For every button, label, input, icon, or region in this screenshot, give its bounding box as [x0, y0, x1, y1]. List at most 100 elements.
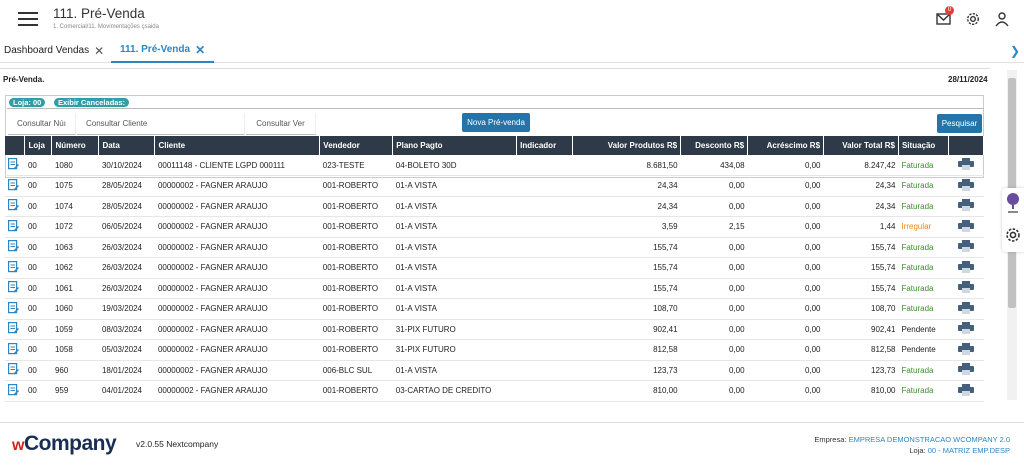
- col-acrescimo[interactable]: Acréscimo R$: [747, 136, 825, 155]
- tree-icon[interactable]: [1005, 192, 1021, 219]
- cell-indicador: [516, 319, 573, 340]
- menu-icon[interactable]: [18, 12, 38, 26]
- print-icon[interactable]: [948, 216, 984, 238]
- cell-cliente: 00000002 - FAGNER ARAUJO: [154, 257, 320, 279]
- cell-valor-produtos: 24,34: [572, 175, 681, 197]
- print-icon[interactable]: [948, 155, 984, 176]
- print-icon[interactable]: [948, 298, 984, 320]
- gear-icon[interactable]: [1004, 226, 1022, 249]
- col-valor-produtos[interactable]: Valor Produtos R$: [572, 136, 682, 155]
- notifications-icon[interactable]: 0: [936, 6, 954, 27]
- pesquisar-button[interactable]: Pesquisar: [937, 114, 982, 133]
- edit-icon[interactable]: [5, 237, 25, 258]
- tab-dashboard-vendas[interactable]: Dashboard Vendas ✕: [4, 38, 104, 63]
- print-icon[interactable]: [948, 339, 984, 361]
- print-icon[interactable]: [948, 237, 984, 258]
- consultar-numero-field[interactable]: Consultar Núı: [8, 113, 76, 135]
- table-row[interactable]: 00 960 18/01/2024 00000002 - FAGNER ARAUJO 0…: [5, 360, 984, 381]
- chevron-right-icon[interactable]: ❯: [1010, 44, 1020, 58]
- table-row[interactable]: 00 1080 30/10/2024 00011148 - CLIENTE LGPD …: [5, 155, 984, 176]
- table-row[interactable]: 00 1058 05/03/2024 00000002 - FAGNER ARAUJO…: [5, 339, 984, 361]
- edit-icon[interactable]: [5, 360, 25, 381]
- edit-icon[interactable]: [5, 339, 25, 361]
- cell-indicador: [516, 360, 573, 381]
- cell-acrescimo: 0,00: [747, 380, 824, 402]
- cell-desconto: 0,00: [680, 196, 748, 217]
- cell-vendedor: 001-ROBERTO: [319, 237, 393, 258]
- cell-acrescimo: 0,00: [747, 237, 824, 258]
- notification-badge: 0: [945, 6, 954, 15]
- col-numero[interactable]: Número: [51, 136, 100, 155]
- col-data[interactable]: Data: [98, 136, 156, 155]
- cell-numero: 1063: [51, 237, 99, 258]
- canceladas-chip[interactable]: Exibir Canceladas:: [54, 98, 130, 107]
- cell-valor-produtos: 123,73: [572, 360, 681, 381]
- print-icon[interactable]: [948, 257, 984, 279]
- tab-pre-venda[interactable]: 111. Pré-Venda ✕: [111, 38, 215, 63]
- loja-chip[interactable]: Loja: 00: [9, 98, 46, 107]
- edit-icon[interactable]: [5, 257, 25, 279]
- table-row[interactable]: 00 1074 28/05/2024 00000002 - FAGNER ARAUJO…: [5, 196, 984, 217]
- table-row[interactable]: 00 1072 06/05/2024 00000002 - FAGNER ARAUJO…: [5, 216, 984, 238]
- cell-indicador: [516, 175, 573, 197]
- col-vendedor[interactable]: Vendedor: [319, 136, 394, 155]
- cell-vendedor: 001-ROBERTO: [319, 175, 393, 197]
- table-row[interactable]: 00 959 04/01/2024 00000002 - FAGNER ARAUJO 0…: [5, 380, 984, 402]
- cell-cliente: 00000002 - FAGNER ARAUJO: [154, 196, 320, 217]
- col-situacao[interactable]: Situação: [898, 136, 949, 155]
- print-icon[interactable]: [948, 360, 984, 381]
- version-text: v2.0.55 Nextcompany: [136, 439, 219, 449]
- user-icon[interactable]: [994, 11, 1010, 27]
- cell-cliente: 00000002 - FAGNER ARAUJO: [154, 278, 320, 299]
- table-row[interactable]: 00 1075 28/05/2024 00000002 - FAGNER ARAUJO…: [5, 175, 984, 197]
- gear-icon[interactable]: [965, 11, 981, 27]
- close-icon[interactable]: ✕: [94, 44, 104, 58]
- cell-cliente: 00011148 - CLIENTE LGPD 000111: [154, 155, 320, 176]
- company-info: Empresa: EMPRESA DEMONSTRACAO WCOMPANY 2…: [814, 435, 1010, 455]
- print-icon[interactable]: [948, 319, 984, 340]
- brand-logo: wCompany: [12, 432, 117, 455]
- edit-icon[interactable]: [5, 216, 25, 238]
- status-badge: Faturada: [898, 278, 949, 299]
- edit-icon[interactable]: [5, 175, 25, 197]
- col-loja[interactable]: Loja: [24, 136, 53, 155]
- cell-numero: 1059: [51, 319, 99, 340]
- cell-numero: 960: [51, 360, 99, 381]
- cell-numero: 1061: [51, 278, 99, 299]
- cell-acrescimo: 0,00: [747, 360, 824, 381]
- edit-icon[interactable]: [5, 298, 25, 320]
- print-icon[interactable]: [948, 278, 984, 299]
- print-icon[interactable]: [948, 380, 984, 402]
- edit-icon[interactable]: [5, 380, 25, 402]
- cell-valor-produtos: 24,34: [572, 196, 681, 217]
- table-row[interactable]: 00 1060 19/03/2024 00000002 - FAGNER ARAUJO…: [5, 298, 984, 320]
- table-row[interactable]: 00 1062 26/03/2024 00000002 - FAGNER ARAUJO…: [5, 257, 984, 279]
- col-cliente[interactable]: Cliente: [154, 136, 321, 155]
- cell-valor-total: 155,74: [823, 257, 899, 279]
- col-indicador[interactable]: Indicador: [516, 136, 574, 155]
- edit-icon[interactable]: [5, 319, 25, 340]
- edit-icon[interactable]: [5, 196, 25, 217]
- loja-value: 00 - MATRIZ EMP.DESP: [927, 446, 1010, 455]
- consultar-cliente-field[interactable]: Consultar Cliente: [77, 113, 245, 135]
- table-row[interactable]: 00 1061 26/03/2024 00000002 - FAGNER ARAUJO…: [5, 278, 984, 299]
- cell-acrescimo: 0,00: [747, 175, 824, 197]
- cell-loja: 00: [24, 278, 52, 299]
- print-icon[interactable]: [948, 175, 984, 197]
- cell-desconto: 2,15: [680, 216, 748, 238]
- nova-pre-venda-button[interactable]: Nova Pré-venda: [462, 113, 530, 132]
- consultar-vendedor-field[interactable]: Consultar Ver: [246, 113, 316, 135]
- cell-vendedor: 001-ROBERTO: [319, 278, 393, 299]
- table-header-row: Loja Número Data Cliente Vendedor Plano …: [5, 136, 985, 155]
- print-icon[interactable]: [948, 196, 984, 217]
- col-valor-total[interactable]: Valor Total R$: [823, 136, 899, 155]
- col-plano[interactable]: Plano Pagto: [392, 136, 518, 155]
- table-row[interactable]: 00 1063 26/03/2024 00000002 - FAGNER ARAUJO…: [5, 237, 984, 258]
- close-icon[interactable]: ✕: [195, 43, 205, 57]
- col-desconto[interactable]: Desconto R$: [680, 136, 749, 155]
- cell-data: 08/03/2024: [98, 319, 155, 340]
- table-row[interactable]: 00 1059 08/03/2024 00000002 - FAGNER ARAUJO…: [5, 319, 984, 340]
- edit-icon[interactable]: [5, 155, 25, 176]
- cell-data: 18/01/2024: [98, 360, 155, 381]
- edit-icon[interactable]: [5, 278, 25, 299]
